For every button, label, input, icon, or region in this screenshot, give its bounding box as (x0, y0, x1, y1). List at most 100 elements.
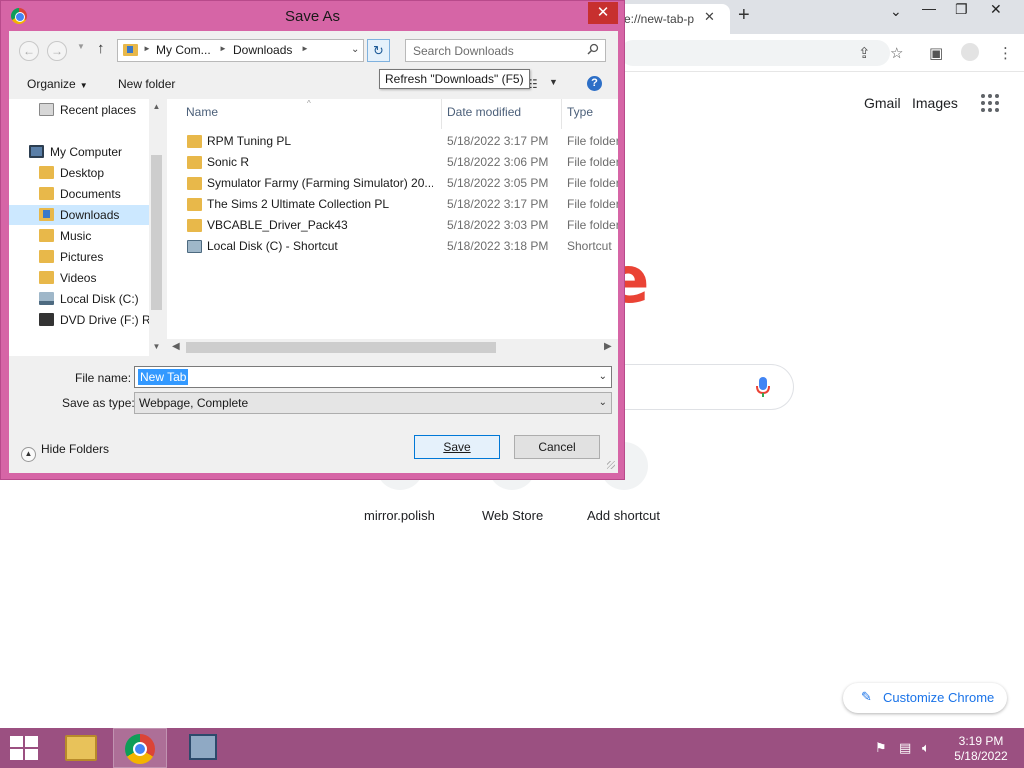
file-list-horizontal-scrollbar[interactable]: ◀ ▶ (167, 339, 618, 356)
customize-chrome-button[interactable]: ✎ Customize Chrome (843, 683, 1007, 713)
back-button[interactable]: ← (19, 41, 39, 61)
cancel-button[interactable]: Cancel (514, 435, 600, 459)
nav-item-local-disk[interactable]: Local Disk (C:) (39, 289, 139, 309)
refresh-button[interactable]: ↻ (367, 39, 390, 62)
profile-avatar-icon[interactable] (961, 43, 979, 61)
action-center-flag-icon[interactable]: ⚑ (875, 740, 887, 756)
folder-icon (39, 229, 54, 242)
file-name: The Sims 2 Ultimate Collection PL (207, 197, 390, 211)
breadcrumb-separator-icon[interactable]: ► (143, 44, 151, 53)
scroll-up-icon[interactable]: ▲ (149, 102, 164, 111)
google-apps-icon[interactable] (981, 94, 999, 112)
save-as-type-select[interactable]: Webpage, Complete ⌄ (134, 392, 612, 414)
tab-search-icon[interactable]: ⌄ (890, 3, 902, 20)
dialog-titlebar[interactable]: Save As ✕ (1, 1, 624, 31)
breadcrumb-separator-icon[interactable]: ► (219, 44, 227, 53)
scroll-left-icon[interactable]: ◀ (172, 341, 180, 352)
chevron-down-icon[interactable]: ⌄ (599, 371, 607, 382)
breadcrumb-downloads[interactable]: Downloads (233, 43, 292, 57)
search-icon[interactable] (587, 43, 599, 55)
shortcut-label-add[interactable]: Add shortcut (587, 508, 660, 523)
forward-button[interactable]: → (47, 41, 67, 61)
nav-item-downloads[interactable]: Downloads (9, 205, 149, 225)
nav-item-dvd-drive[interactable]: DVD Drive (F:) RP (39, 310, 159, 330)
address-dropdown-icon[interactable]: ⌄ (351, 44, 359, 55)
new-tab-icon[interactable]: + (738, 4, 750, 27)
file-date: 5/18/2022 3:17 PM (447, 197, 549, 211)
navigation-pane-scrollbar[interactable]: ▲ ▼ (149, 99, 164, 356)
organize-label: Organize (27, 77, 76, 91)
taskbar-file-explorer[interactable] (52, 728, 110, 768)
help-icon[interactable]: ? (587, 76, 602, 91)
save-as-type-value: Webpage, Complete (139, 396, 249, 410)
breadcrumb-my-computer[interactable]: My Com... (156, 43, 211, 57)
system-clock[interactable]: 3:19 PM 5/18/2022 (950, 734, 1012, 764)
column-divider[interactable] (561, 99, 562, 129)
images-link[interactable]: Images (912, 95, 958, 111)
column-header-date-modified[interactable]: Date modified (447, 105, 521, 119)
column-header-name[interactable]: Name (186, 105, 218, 119)
file-date: 5/18/2022 3:18 PM (447, 239, 549, 253)
hide-folders-label: Hide Folders (41, 442, 110, 456)
window-close-icon[interactable]: ✕ (990, 1, 1002, 18)
nav-item-label: Recent places (60, 103, 137, 117)
new-folder-button[interactable]: New folder (118, 77, 175, 91)
file-row[interactable]: VBCABLE_Driver_Pack43 5/18/2022 3:03 PM … (167, 215, 618, 236)
file-row[interactable]: RPM Tuning PL 5/18/2022 3:17 PM File fol… (167, 131, 618, 152)
recent-locations-chevron-icon[interactable]: ▼ (77, 42, 85, 51)
windows-start-icon[interactable] (10, 736, 38, 760)
organize-menu-button[interactable]: Organize ▼ (27, 77, 88, 91)
nav-item-music[interactable]: Music (39, 226, 91, 246)
file-row[interactable]: The Sims 2 Ultimate Collection PL 5/18/2… (167, 194, 618, 215)
taskbar-chrome[interactable] (113, 728, 167, 768)
file-row[interactable]: Sonic R 5/18/2022 3:06 PM File folder (167, 152, 618, 173)
search-downloads-input[interactable] (405, 39, 606, 62)
resize-grip-icon[interactable] (607, 461, 615, 469)
scrollbar-thumb[interactable] (151, 155, 162, 310)
nav-item-videos[interactable]: Videos (39, 268, 96, 288)
file-name-input[interactable]: New Tab (138, 369, 189, 385)
minimize-icon[interactable]: — (922, 0, 936, 16)
side-panel-icon[interactable]: ▣ (929, 44, 943, 62)
nav-item-recent-places[interactable]: Recent places (39, 100, 136, 120)
nav-item-documents[interactable]: Documents (39, 184, 121, 204)
scrollbar-thumb[interactable] (186, 342, 496, 353)
column-divider[interactable] (441, 99, 442, 129)
nav-item-my-computer[interactable]: My Computer (29, 142, 122, 162)
save-button[interactable]: Save (414, 435, 500, 459)
shortcut-label-mirror[interactable]: mirror.polish (364, 508, 435, 523)
breadcrumb-separator-icon[interactable]: ► (301, 44, 309, 53)
arrow-up-icon: ↑ (97, 40, 105, 57)
file-type: Shortcut (567, 239, 612, 253)
file-row[interactable]: Local Disk (C) - Shortcut 5/18/2022 3:18… (167, 236, 618, 257)
folder-icon (187, 177, 202, 190)
address-bar[interactable]: ► My Com... ► Downloads ► ⌄ (117, 39, 364, 62)
dialog-close-button[interactable]: ✕ (588, 2, 618, 24)
nav-item-pictures[interactable]: Pictures (39, 247, 103, 267)
folder-icon (39, 250, 54, 263)
tab-close-icon[interactable]: ✕ (704, 9, 715, 25)
shortcut-label-webstore[interactable]: Web Store (482, 508, 543, 523)
scroll-right-icon[interactable]: ▶ (604, 341, 612, 352)
voice-search-icon[interactable] (756, 376, 770, 398)
hide-folders-button[interactable]: ▲ Hide Folders (21, 442, 109, 462)
nav-item-desktop[interactable]: Desktop (39, 163, 104, 183)
file-name-combo[interactable]: New Tab ⌄ (134, 366, 612, 388)
volume-icon[interactable]: 🔈︎ (922, 740, 930, 756)
omnibox[interactable] (620, 40, 890, 66)
column-header-type[interactable]: Type (567, 105, 593, 119)
view-options-chevron-icon[interactable]: ▼ (549, 77, 558, 87)
file-row[interactable]: Symulator Farmy (Farming Simulator) 20..… (167, 173, 618, 194)
gmail-link[interactable]: Gmail (864, 95, 901, 111)
share-icon[interactable]: ⇪ (858, 44, 871, 62)
menu-kebab-icon[interactable]: ⋮ (998, 44, 1013, 62)
chrome-icon-center (133, 742, 147, 756)
up-level-button[interactable]: ↑ (97, 40, 105, 57)
chevron-down-icon[interactable]: ⌄ (599, 397, 607, 408)
bookmark-star-icon[interactable]: ☆ (890, 44, 903, 62)
restore-icon[interactable]: ❐ (955, 1, 968, 18)
taskbar-network-app[interactable] (175, 728, 233, 768)
nav-item-label: Local Disk (C:) (60, 292, 139, 306)
network-icon[interactable]: ▤ (899, 740, 911, 756)
scroll-down-icon[interactable]: ▼ (149, 342, 164, 351)
